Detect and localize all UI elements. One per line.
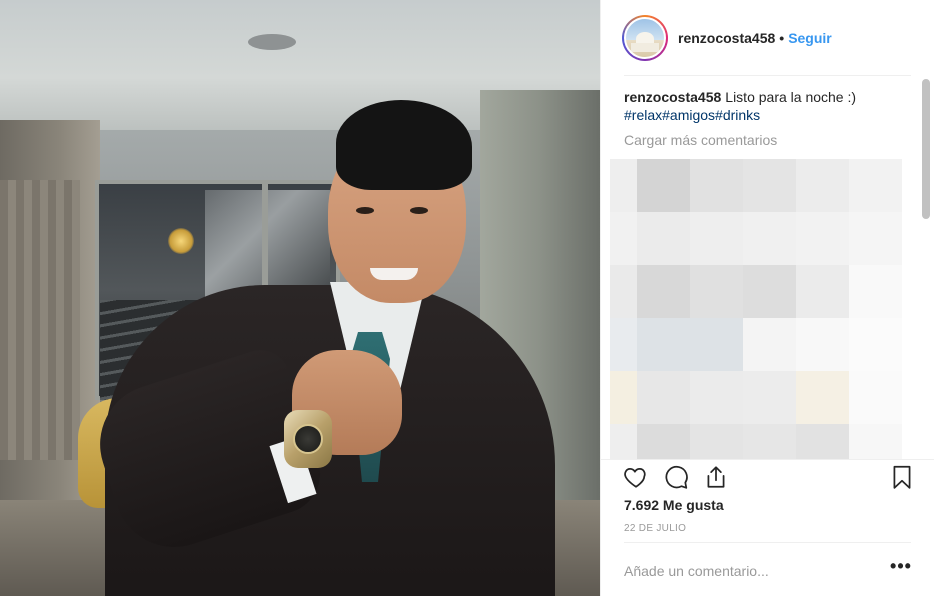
pixel-block [849,424,902,459]
follow-button[interactable]: Seguir [788,30,832,46]
pixel-block [610,159,637,212]
pixel-block [849,212,902,265]
pixel-block [849,318,902,371]
pixel-block [690,212,743,265]
author-username[interactable]: renzocosta458 [678,30,775,46]
add-comment-input[interactable] [624,560,874,582]
header-separator: • [779,29,785,46]
pixel-block [743,318,796,371]
pixel-block [743,159,796,212]
post-header: renzocosta458 • Seguir [601,0,934,75]
caption-hashtags[interactable]: #relax#amigos#drinks [624,106,914,124]
share-icon [707,466,725,488]
pixel-block [690,318,743,371]
comment-divider [624,542,911,543]
pixel-block [796,265,849,318]
photo-person-watch-face [293,424,323,454]
post-side-panel: renzocosta458 • Seguir renzocosta458 List… [600,0,934,596]
like-count[interactable]: 7.692 Me gusta [624,497,724,513]
caption-text: Listo para la noche :) [725,89,857,105]
pixel-block [849,159,902,212]
photo-person-hair [336,100,472,190]
avatar[interactable] [624,16,666,59]
post-date[interactable]: 22 DE JULIO [624,523,686,534]
comment-bubble-icon [665,465,688,489]
photo-chandelier [168,228,194,254]
pixel-block [637,265,690,318]
pixel-block [610,424,637,459]
pixel-block [849,371,902,424]
pixel-block [743,371,796,424]
pixel-block [796,159,849,212]
avatar-story-ring[interactable] [622,14,668,61]
pixel-block [690,371,743,424]
photo-person-eye-right [410,207,428,214]
photo-person-smile [370,268,418,280]
comments-section: renzocosta458 Listo para la noche :) #rel… [624,88,914,148]
pixel-block [796,424,849,459]
pixel-block [690,265,743,318]
pixel-block [743,265,796,318]
post-photo[interactable] [0,0,600,596]
pixel-block [637,212,690,265]
photo-ceiling-light [248,34,296,50]
pixel-block [690,424,743,459]
pixel-block [610,318,637,371]
share-button[interactable] [703,464,731,492]
comments-scrollbar-thumb[interactable] [922,79,930,219]
bookmark-icon [893,465,911,489]
pixel-block [610,212,637,265]
pixel-block [743,424,796,459]
pixel-block [637,371,690,424]
comment-button[interactable] [663,464,691,492]
pixelated-comments-block [610,159,902,459]
instagram-post: renzocosta458 • Seguir renzocosta458 List… [0,0,934,596]
caption-username[interactable]: renzocosta458 [624,89,721,105]
pixel-block [849,265,902,318]
pixel-block [796,318,849,371]
pixel-block [743,212,796,265]
photo-curtain [0,180,80,460]
avatar-taj-mahal-base [631,42,659,52]
pixel-block [637,424,690,459]
pixel-block [796,212,849,265]
post-actions-bar [623,464,915,492]
photo-person-eye-left [356,207,374,214]
pixel-block [637,318,690,371]
save-button[interactable] [889,464,917,492]
pixel-block [796,371,849,424]
caption: renzocosta458 Listo para la noche :) [624,88,914,106]
more-options-button[interactable]: ••• [888,556,914,582]
header-divider [624,75,911,76]
like-button[interactable] [623,464,651,492]
heart-icon [624,468,646,488]
pixel-block [610,265,637,318]
load-more-comments-button[interactable]: Cargar más comentarios [624,132,914,148]
pixel-block [637,159,690,212]
pixel-block [610,371,637,424]
actions-divider [601,459,934,460]
pixel-block [690,159,743,212]
